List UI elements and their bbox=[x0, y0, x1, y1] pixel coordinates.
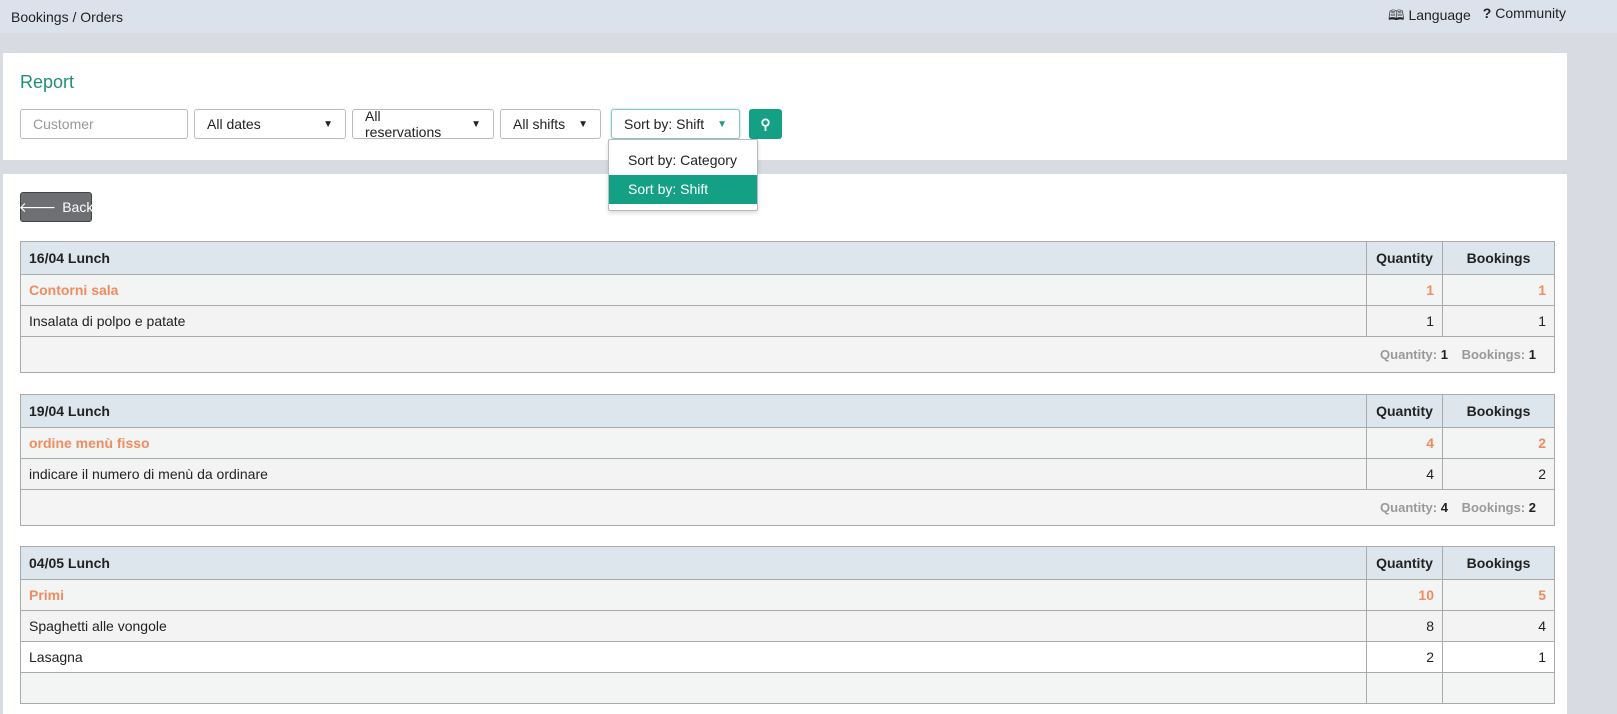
quantity-header: Quantity bbox=[1366, 394, 1443, 428]
caret-down-icon: ▼ bbox=[323, 118, 333, 130]
question-icon: ? bbox=[1482, 4, 1492, 21]
caret-down-icon: ▼ bbox=[578, 118, 588, 130]
reservations-select[interactable]: All reservations ▼ bbox=[352, 108, 494, 140]
search-icon: ⚲ bbox=[760, 115, 771, 132]
category-row: ordine menù fisso 4 2 bbox=[20, 427, 1555, 459]
quantity-header: Quantity bbox=[1366, 241, 1443, 275]
category-row: Primi 10 5 bbox=[20, 579, 1555, 611]
back-button[interactable]: 🡐 Back bbox=[18, 192, 93, 222]
sort-dropdown-menu: Sort by: Category Sort by: Shift bbox=[608, 139, 758, 211]
report-results: 🡐 Back 16/04 Lunch Quantity Bookings Contor… bbox=[3, 174, 1567, 714]
shift-report-table: 04/05 Lunch Quantity Bookings Primi 10 5 Spag… bbox=[20, 546, 1555, 704]
table-row: Lasagna 2 1 bbox=[20, 641, 1555, 673]
shifts-select[interactable]: All shifts ▼ bbox=[500, 109, 601, 139]
shift-title: 19/04 Lunch bbox=[20, 394, 1367, 428]
totals-row: Quantity: 4 Bookings: 2 bbox=[20, 489, 1555, 526]
customer-input[interactable]: Customer bbox=[20, 109, 188, 139]
language-icon: 🕮 bbox=[1388, 6, 1405, 23]
table-row: indicare il numero di menù da ordinare 4 2 bbox=[20, 458, 1555, 490]
dates-select[interactable]: All dates ▼ bbox=[194, 109, 346, 139]
table-row: Spaghetti alle vongole 8 4 bbox=[20, 610, 1555, 642]
arrow-left-icon: 🡐 bbox=[18, 198, 57, 215]
shift-title: 04/05 Lunch bbox=[20, 546, 1367, 580]
category-row: Contorni sala 1 1 bbox=[20, 274, 1555, 306]
sort-option-shift[interactable]: Sort by: Shift bbox=[609, 175, 757, 204]
breadcrumb: Bookings / Orders bbox=[11, 8, 124, 25]
category-row bbox=[20, 672, 1555, 704]
page-title: Report bbox=[20, 72, 75, 92]
shift-report-table: 16/04 Lunch Quantity Bookings Contorni sal… bbox=[20, 241, 1555, 373]
totals-row: Quantity: 1 Bookings: 1 bbox=[20, 336, 1555, 373]
community-link[interactable]: ? Community bbox=[1483, 5, 1566, 29]
table-row: Insalata di polpo e patate 1 1 bbox=[20, 305, 1555, 337]
sort-select[interactable]: Sort by: Shift ▼ bbox=[611, 109, 740, 139]
bookings-header: Bookings bbox=[1442, 241, 1555, 275]
quantity-header: Quantity bbox=[1366, 546, 1443, 580]
sort-option-category[interactable]: Sort by: Category bbox=[609, 146, 757, 175]
language-link[interactable]: 🕮 Language bbox=[1388, 5, 1471, 29]
caret-down-icon: ▼ bbox=[471, 118, 481, 130]
search-button[interactable]: ⚲ bbox=[749, 109, 782, 139]
shift-title: 16/04 Lunch bbox=[20, 241, 1367, 275]
bookings-header: Bookings bbox=[1442, 546, 1555, 580]
top-bar: Bookings / Orders 🕮 Language ? Community bbox=[0, 0, 1617, 33]
bookings-header: Bookings bbox=[1442, 394, 1555, 428]
report-filter-panel: Report Customer All dates ▼ All reservati… bbox=[3, 53, 1567, 211]
caret-down-icon: ▼ bbox=[717, 118, 727, 130]
shift-report-table: 19/04 Lunch Quantity Bookings ordine menù … bbox=[20, 394, 1555, 526]
